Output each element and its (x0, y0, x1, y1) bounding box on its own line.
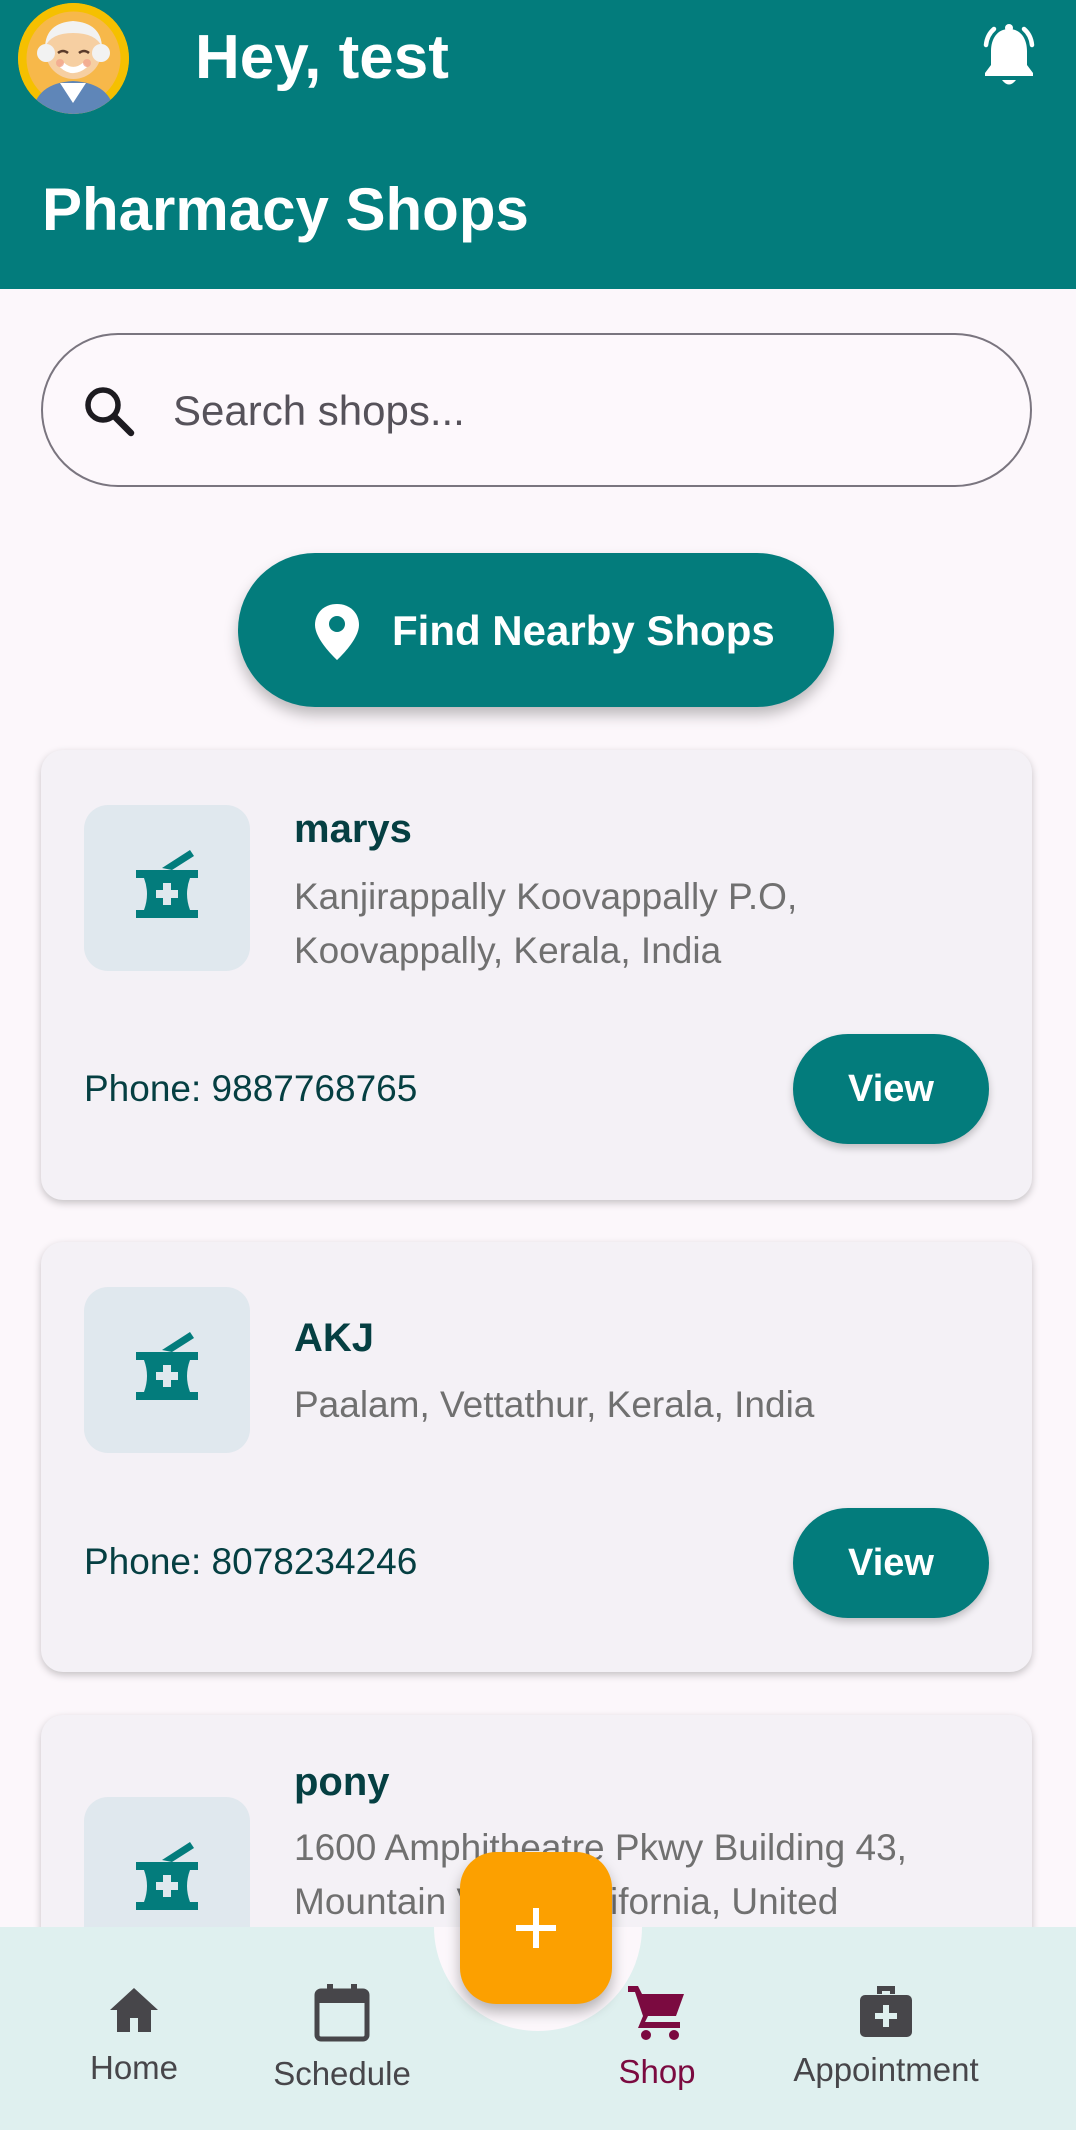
shopping-cart-icon (628, 1986, 684, 2040)
shop-address-line: 1600 Amphitheatre Pkwy Building 43, (294, 1827, 907, 1868)
shop-name: marys (294, 807, 412, 851)
shop-phone: Phone: 8078234246 (84, 1541, 418, 1582)
nav-label: Home (89, 2049, 179, 2086)
nav-item-appointment[interactable]: Appointment (786, 1982, 986, 2090)
nav-label: Shop (618, 2053, 696, 2090)
location-pin-icon (315, 604, 359, 660)
find-nearby-shops-button[interactable]: Find Nearby Shops (238, 553, 834, 707)
shop-name: pony (294, 1760, 390, 1804)
shop-address-line: Paalam, Vettathur, Kerala, India (294, 1384, 815, 1425)
plus-icon (516, 1908, 556, 1948)
nav-item-shop[interactable]: Shop (610, 1982, 704, 2092)
notification-bell-icon[interactable] (978, 23, 1040, 93)
nav-item-home[interactable]: Home (74, 1982, 194, 2088)
shop-address: Kanjirappally Koovappally P.O, Koovappal… (294, 870, 984, 978)
shop-address-line: Kanjirappally Koovappally P.O, (294, 876, 798, 917)
greeting-text: Hey, test (195, 23, 449, 92)
shop-address: Paalam, Vettathur, Kerala, India (294, 1378, 984, 1432)
shop-address-line: Koovappally, Kerala, India (294, 930, 722, 971)
view-button[interactable]: View (793, 1034, 989, 1144)
pharmacy-icon-box (84, 1287, 250, 1453)
add-fab-button[interactable] (460, 1852, 612, 2004)
shop-card[interactable]: marys Kanjirappally Koovappally P.O, Koo… (41, 750, 1032, 1200)
search-placeholder: Search shops... (173, 387, 465, 434)
shop-address: 1600 Amphitheatre Pkwy Building 43, Moun… (294, 1821, 1014, 1929)
shop-name: AKJ (294, 1316, 375, 1360)
user-avatar[interactable] (18, 3, 129, 114)
find-nearby-shops-label: Find Nearby Shops (392, 607, 775, 654)
shop-address-line: Mountain View, California, United (294, 1881, 839, 1922)
mortar-pestle-icon (136, 850, 198, 918)
mortar-pestle-icon (136, 1332, 198, 1400)
pharmacy-icon-box (84, 805, 250, 971)
view-button[interactable]: View (793, 1508, 989, 1618)
search-input[interactable]: Search shops... (41, 333, 1032, 487)
nav-label: Schedule (273, 2055, 411, 2092)
mortar-pestle-icon (136, 1842, 198, 1910)
calendar-icon (314, 1984, 370, 2042)
home-icon (110, 1988, 158, 2032)
medical-bag-icon (860, 1986, 912, 2037)
nav-label: Appointment (793, 2051, 979, 2088)
shop-card[interactable]: AKJ Paalam, Vettathur, Kerala, India Pho… (41, 1242, 1032, 1672)
nav-item-schedule[interactable]: Schedule (262, 1982, 422, 2094)
shop-phone: Phone: 9887768765 (84, 1068, 418, 1109)
page-title: Pharmacy Shops (42, 176, 529, 243)
app-header: Hey, test Pharmacy Shops (0, 0, 1076, 289)
search-icon (85, 387, 135, 437)
